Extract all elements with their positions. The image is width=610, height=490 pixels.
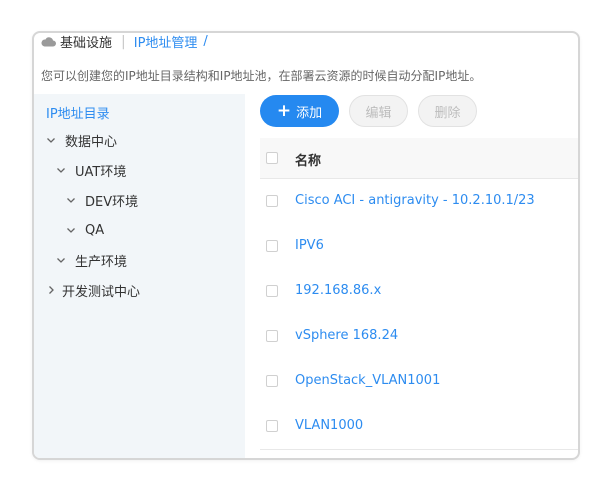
breadcrumb-root[interactable]: 基础设施 (60, 33, 112, 51)
breadcrumb-separator: | (121, 33, 126, 50)
row-name-link[interactable]: 192.168.86.x (295, 283, 381, 298)
chevron-down-icon[interactable] (66, 225, 76, 235)
tree-node-data-center[interactable]: 数据中心 (46, 130, 117, 150)
tree-node-production[interactable]: 生产环境 (56, 250, 127, 270)
tree-node-qa[interactable]: QA (66, 220, 104, 240)
column-header-name[interactable]: 名称 (295, 150, 321, 169)
row-checkbox[interactable] (266, 240, 278, 252)
row-name-link[interactable]: vSphere 168.24 (295, 328, 398, 343)
chevron-right-icon[interactable] (46, 285, 56, 295)
breadcrumb-slash: / (203, 34, 208, 49)
add-button[interactable]: + 添加 (260, 95, 339, 127)
chevron-down-icon[interactable] (56, 255, 66, 265)
chevron-down-icon[interactable] (56, 165, 66, 175)
row-checkbox[interactable] (266, 420, 278, 432)
tree-title[interactable]: IP地址目录 (46, 103, 110, 122)
delete-button[interactable]: 删除 (418, 95, 477, 127)
directory-tree: IP地址目录 数据中心 UAT环境 DEV环境 QA 生产环境 开发测试中心 (34, 94, 245, 458)
cloud-icon (41, 37, 56, 47)
breadcrumb: 基础设施 | IP地址管理 / (41, 33, 208, 51)
ip-management-panel: 基础设施 | IP地址管理 / 您可以创建您的IP地址目录结构和IP地址池，在部… (32, 31, 580, 460)
table-row[interactable]: 192.168.86.x (260, 269, 578, 315)
table-row[interactable]: OpenStack_VLAN1001 (260, 359, 578, 405)
row-checkbox[interactable] (266, 330, 278, 342)
table-row[interactable]: IPV6 (260, 224, 578, 270)
tree-node-label: UAT环境 (75, 164, 127, 180)
table-header: 名称 (260, 138, 578, 179)
tree-node-label: 生产环境 (75, 254, 128, 270)
row-checkbox[interactable] (266, 375, 278, 387)
row-checkbox[interactable] (266, 195, 278, 207)
edit-button[interactable]: 编辑 (349, 95, 408, 127)
tree-node-uat[interactable]: UAT环境 (56, 160, 126, 180)
page-description: 您可以创建您的IP地址目录结构和IP地址池，在部署云资源的时候自动分配IP地址。 (41, 69, 482, 83)
row-checkbox[interactable] (266, 285, 278, 297)
tree-node-dev[interactable]: DEV环境 (66, 190, 138, 210)
select-all-checkbox[interactable] (266, 152, 278, 164)
plus-icon: + (276, 100, 292, 121)
row-name-link[interactable]: OpenStack_VLAN1001 (295, 373, 440, 388)
tree-node-label: QA (85, 222, 105, 238)
add-button-label: 添加 (296, 105, 323, 121)
chevron-down-icon[interactable] (66, 195, 76, 205)
row-name-link[interactable]: Cisco ACI - antigravity - 10.2.10.1/23 (295, 193, 535, 208)
tree-node-label: DEV环境 (85, 194, 139, 210)
tree-node-label: 开发测试中心 (62, 284, 141, 300)
tree-node-dev-test-center[interactable]: 开发测试中心 (46, 280, 140, 300)
breadcrumb-current[interactable]: IP地址管理 (134, 33, 198, 51)
table-row[interactable]: vSphere 168.24 (260, 314, 578, 360)
table-row[interactable]: Cisco ACI - antigravity - 10.2.10.1/23 (260, 179, 578, 225)
table-row[interactable]: VLAN1000 (260, 404, 578, 450)
row-name-link[interactable]: IPV6 (295, 238, 324, 253)
row-name-link[interactable]: VLAN1000 (295, 418, 363, 433)
chevron-down-icon[interactable] (46, 135, 56, 145)
tree-node-label: 数据中心 (65, 134, 118, 150)
